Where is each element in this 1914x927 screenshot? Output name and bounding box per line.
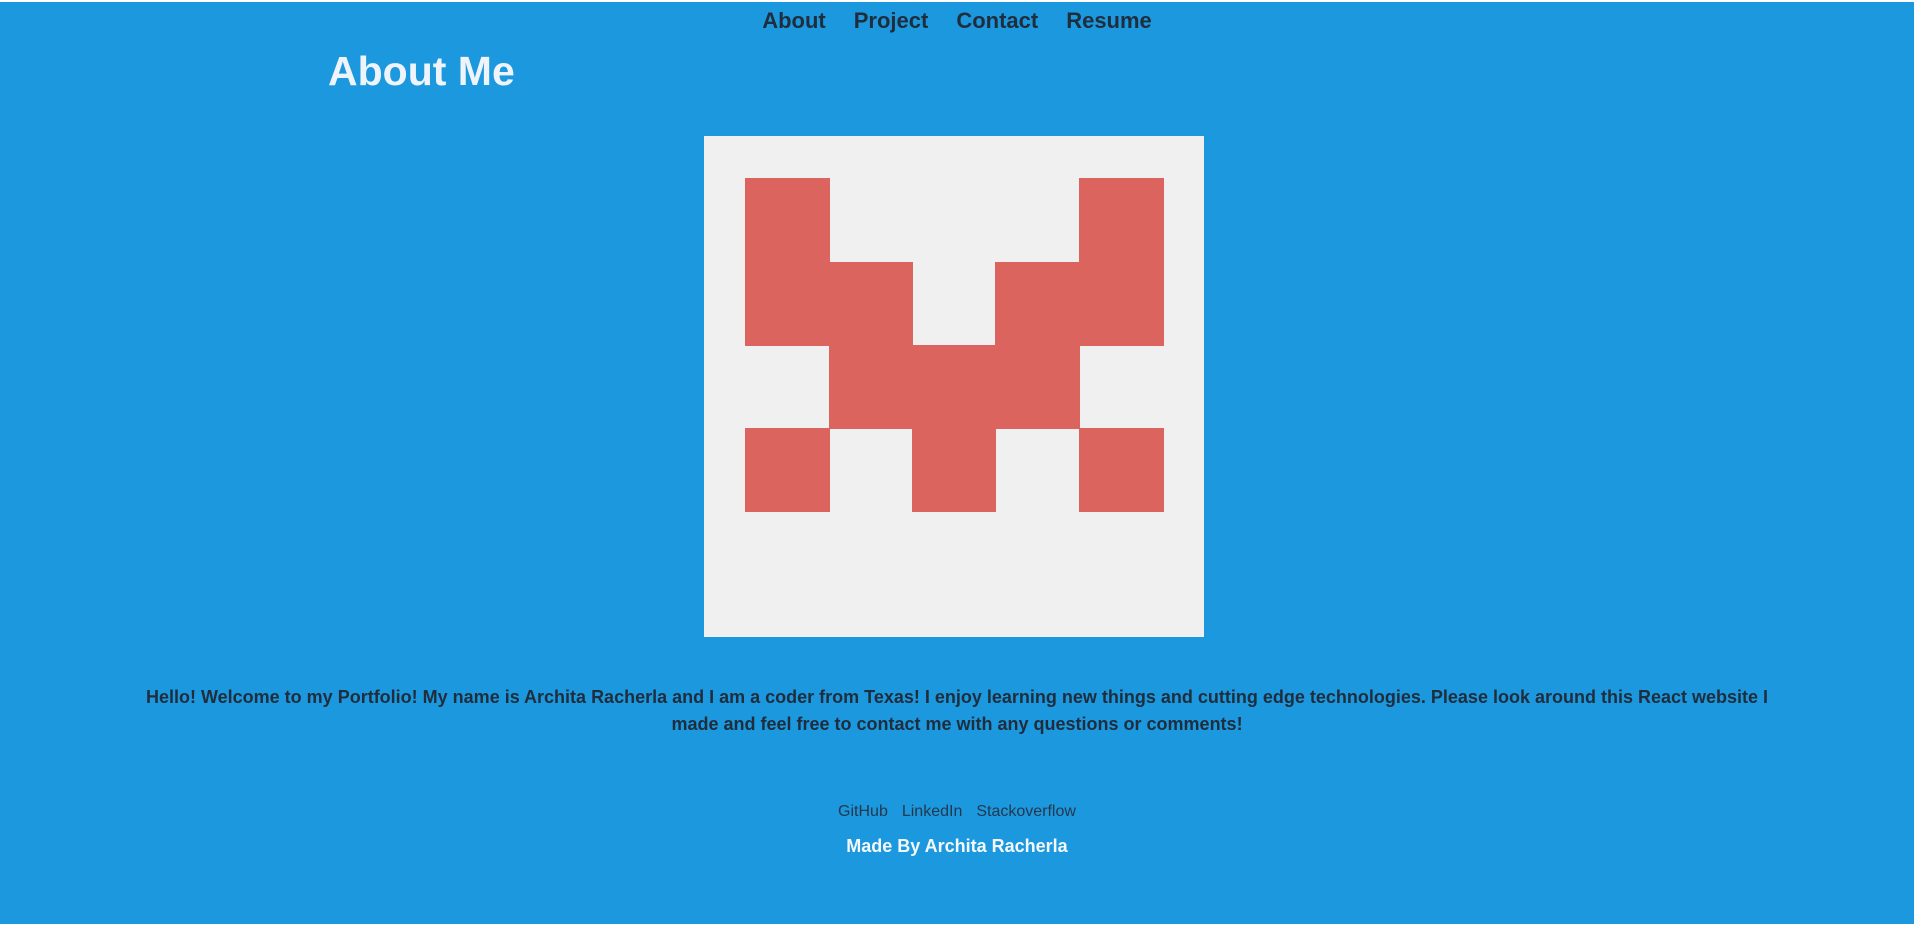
stackoverflow-link[interactable]: Stackoverflow	[976, 803, 1076, 821]
intro-text: Hello! Welcome to my Portfolio! My name …	[145, 687, 1769, 734]
footer-links: GitHub LinkedIn Stackoverflow	[0, 803, 1914, 821]
footer-credit: Made By Archita Racherla	[846, 836, 1068, 856]
github-link[interactable]: GitHub	[838, 803, 888, 821]
avatar	[704, 136, 1204, 637]
nav-link-project[interactable]: Project	[854, 8, 929, 34]
nav-link-resume[interactable]: Resume	[1066, 8, 1152, 34]
nav-link-about[interactable]: About	[762, 8, 826, 34]
identicon-icon	[745, 178, 1164, 512]
linkedin-link[interactable]: LinkedIn	[902, 803, 963, 821]
about-page: About Project Contact Resume About Me He	[0, 2, 1914, 924]
nav-link-contact[interactable]: Contact	[956, 8, 1038, 34]
top-nav: About Project Contact Resume	[0, 8, 1914, 34]
page-title: About Me	[328, 48, 515, 94]
